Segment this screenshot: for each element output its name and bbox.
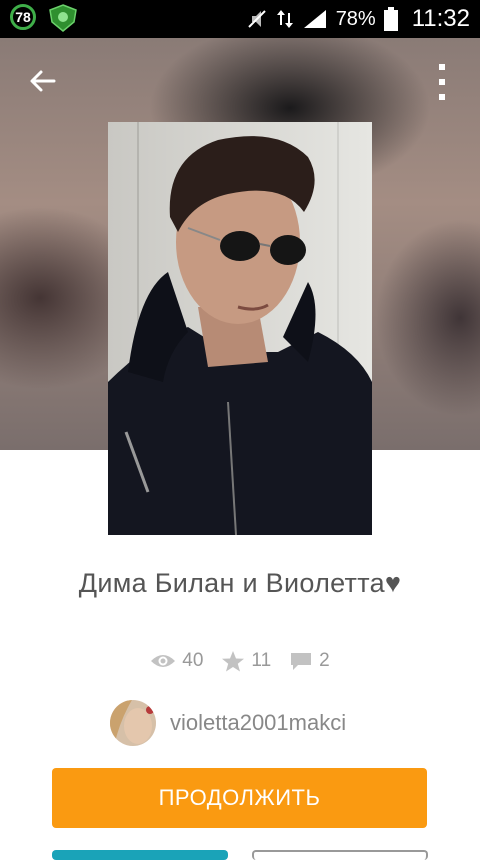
views-stat: 40 (150, 650, 203, 672)
notification-badge: 78 (10, 4, 36, 30)
bottom-right-button[interactable] (252, 850, 428, 860)
battery-icon (383, 7, 398, 31)
signal-icon (303, 10, 326, 28)
stars-count: 11 (251, 650, 272, 671)
story-title: Дима Билан и Виолетта♥ (78, 568, 402, 598)
views-count: 40 (182, 650, 204, 671)
bottom-left-button[interactable] (52, 850, 228, 860)
arrow-left-icon[interactable] (24, 64, 60, 100)
eye-icon (151, 655, 176, 667)
mute-icon (247, 10, 266, 28)
stars-stat: 11 (221, 650, 271, 672)
cover-illustration (108, 122, 372, 535)
clock: 11:32 (411, 5, 470, 32)
battery-percent: 78% (335, 7, 376, 30)
more-vertical-icon[interactable] (434, 62, 450, 102)
story-stats: 40 11 2 (0, 650, 480, 672)
author-row[interactable]: violetta2001makci (110, 700, 346, 746)
status-bar: 78 78% 11:32 (0, 0, 480, 38)
shield-app-icon (49, 4, 77, 32)
comment-icon (291, 653, 312, 670)
avatar (110, 700, 156, 746)
continue-button[interactable]: ПРОДОЛЖИТЬ (52, 768, 427, 828)
author-username[interactable]: violetta2001makci (170, 710, 346, 736)
comments-count: 2 (319, 650, 330, 671)
data-arrows-icon (276, 10, 293, 28)
comments-stat: 2 (289, 650, 330, 672)
star-icon (222, 651, 245, 672)
story-cover-image[interactable] (108, 122, 372, 535)
